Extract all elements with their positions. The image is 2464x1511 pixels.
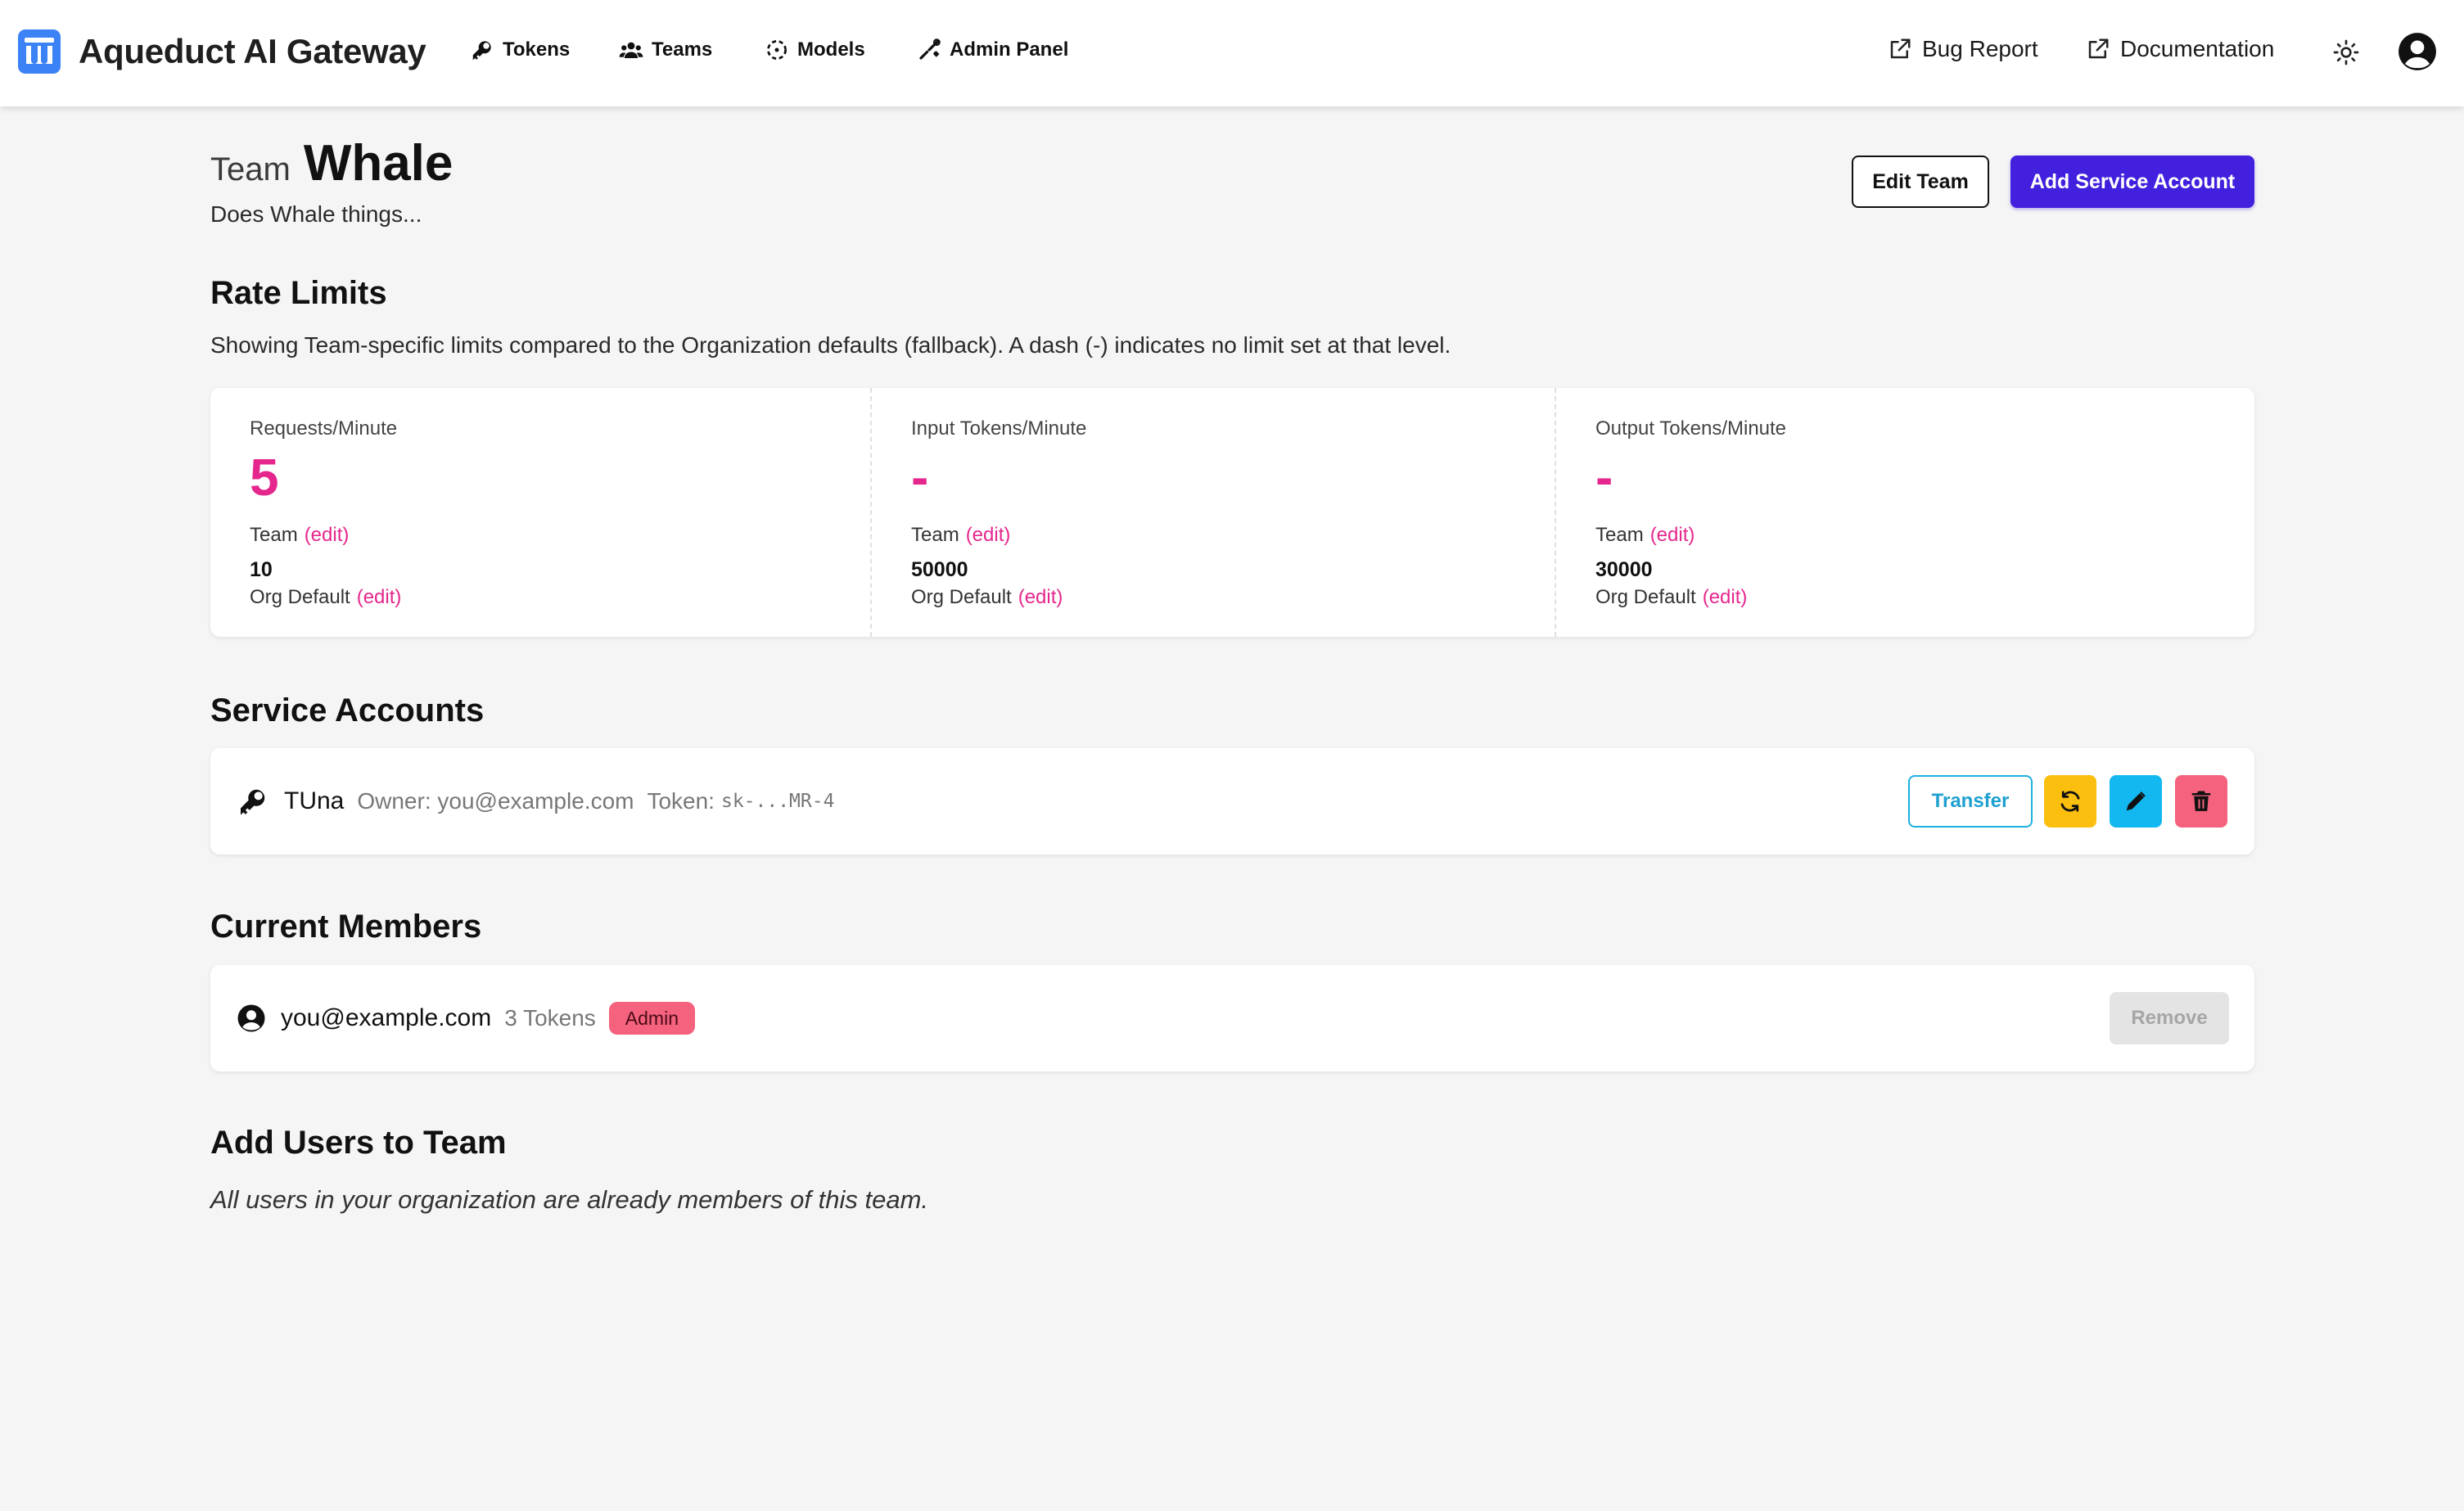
token-label: Token: bbox=[647, 788, 715, 814]
rate-limits-title: Rate Limits bbox=[210, 275, 387, 311]
rate-limit-input-tokens: Input Tokens/Minute - Team (edit) 50000 O… bbox=[870, 388, 1555, 637]
team-label: Team bbox=[250, 524, 298, 546]
org-default-label: Org Default bbox=[911, 586, 1012, 608]
rate-limit-value: 5 bbox=[250, 448, 279, 507]
org-edit-link[interactable]: (edit) bbox=[1703, 586, 1748, 608]
trash-icon bbox=[2191, 791, 2211, 811]
rate-limit-label: Output Tokens/Minute bbox=[1595, 417, 1787, 440]
team-edit-link[interactable]: (edit) bbox=[1650, 524, 1695, 546]
key-icon bbox=[472, 41, 491, 61]
team-label: Team bbox=[911, 524, 959, 546]
team-name: Whale bbox=[303, 135, 454, 192]
bug-report-link[interactable]: Bug Report bbox=[1888, 36, 2038, 62]
external-link-icon bbox=[1890, 38, 1911, 59]
aqueduct-logo-icon bbox=[18, 29, 61, 74]
rate-limit-output-tokens: Output Tokens/Minute - Team (edit) 30000 … bbox=[1555, 388, 2254, 637]
org-default-label: Org Default bbox=[250, 586, 350, 608]
key-icon bbox=[241, 789, 265, 815]
rate-limit-org-row: Org Default (edit) bbox=[250, 586, 401, 609]
member-email: you@example.com bbox=[281, 1004, 492, 1031]
nav-models-label: Models bbox=[797, 38, 865, 61]
page-title: Team Whale bbox=[210, 134, 453, 192]
service-account-info: TUna Owner: you@example.com Token: sk-..… bbox=[237, 748, 834, 855]
member-token-count: 3 Tokens bbox=[504, 1005, 596, 1031]
nav-tokens-label: Tokens bbox=[503, 38, 571, 61]
org-default-value: 30000 bbox=[1595, 558, 1653, 581]
rate-limits-card: Requests/Minute 5 Team (edit) 10 Org Defa… bbox=[210, 388, 2254, 637]
rate-limit-org-row: Org Default (edit) bbox=[1595, 586, 1747, 609]
nav-teams-label: Teams bbox=[652, 38, 713, 61]
remove-member-button[interactable]: Remove bbox=[2110, 992, 2229, 1044]
rate-limit-team-row: Team (edit) bbox=[1595, 524, 1695, 547]
tools-icon bbox=[919, 38, 941, 60]
brand-name: Aqueduct AI Gateway bbox=[79, 32, 426, 70]
org-default-label: Org Default bbox=[1595, 586, 1696, 608]
rate-limit-team-row: Team (edit) bbox=[250, 524, 349, 547]
team-prefix: Team bbox=[210, 151, 291, 187]
org-default-value: 10 bbox=[250, 558, 273, 581]
rate-limit-value: - bbox=[1595, 448, 1613, 507]
token-preview: sk-...MR-4 bbox=[720, 791, 835, 812]
rate-limit-value: - bbox=[911, 448, 929, 507]
edit-service-account-button[interactable] bbox=[2110, 775, 2162, 828]
member-info: you@example.com 3 Tokens Admin bbox=[237, 965, 695, 1071]
transfer-button[interactable]: Transfer bbox=[1908, 775, 2033, 828]
add-users-title: Add Users to Team bbox=[210, 1125, 507, 1161]
external-link-icon bbox=[2088, 38, 2109, 59]
rotate-token-button[interactable] bbox=[2044, 775, 2096, 828]
users-icon bbox=[619, 42, 643, 58]
bug-report-label: Bug Report bbox=[1922, 36, 2038, 61]
rate-limit-team-row: Team (edit) bbox=[911, 524, 1010, 547]
refresh-icon bbox=[2060, 791, 2080, 812]
team-edit-link[interactable]: (edit) bbox=[305, 524, 350, 546]
org-default-value: 50000 bbox=[911, 558, 968, 581]
rate-limits-subtitle: Showing Team-specific limits compared to… bbox=[210, 332, 1451, 358]
service-account-row: TUna Owner: you@example.com Token: sk-..… bbox=[210, 748, 2254, 855]
role-badge: Admin bbox=[608, 1002, 695, 1035]
nav-models[interactable]: Models bbox=[765, 38, 865, 62]
org-edit-link[interactable]: (edit) bbox=[357, 586, 402, 608]
delete-service-account-button[interactable] bbox=[2175, 775, 2227, 828]
documentation-link[interactable]: Documentation bbox=[2086, 36, 2274, 62]
nav-tokens[interactable]: Tokens bbox=[470, 38, 570, 62]
user-circle-icon bbox=[237, 1004, 265, 1032]
models-icon bbox=[767, 40, 787, 60]
documentation-label: Documentation bbox=[2120, 36, 2275, 61]
service-account-owner: Owner: you@example.com bbox=[357, 788, 634, 814]
top-navbar: Aqueduct AI Gateway Tokens Teams Models … bbox=[0, 0, 2464, 106]
team-edit-link[interactable]: (edit) bbox=[966, 524, 1011, 546]
current-members-title: Current Members bbox=[210, 909, 482, 945]
user-circle-icon[interactable] bbox=[2397, 31, 2438, 72]
add-service-account-button[interactable]: Add Service Account bbox=[2010, 156, 2254, 208]
service-account-name: TUna bbox=[284, 787, 345, 814]
add-users-note: All users in your organization are alrea… bbox=[210, 1185, 929, 1214]
pencil-icon bbox=[2126, 792, 2146, 811]
service-accounts-title: Service Accounts bbox=[210, 692, 485, 728]
rate-limit-label: Input Tokens/Minute bbox=[911, 417, 1087, 440]
org-edit-link[interactable]: (edit) bbox=[1018, 586, 1063, 608]
team-description: Does Whale things... bbox=[210, 201, 422, 227]
nav-admin-panel-label: Admin Panel bbox=[950, 38, 1069, 61]
rate-limit-label: Requests/Minute bbox=[250, 417, 398, 440]
rate-limit-org-row: Org Default (edit) bbox=[911, 586, 1063, 609]
brand[interactable]: Aqueduct AI Gateway bbox=[18, 29, 426, 74]
nav-admin-panel[interactable]: Admin Panel bbox=[917, 38, 1068, 62]
edit-team-button[interactable]: Edit Team bbox=[1852, 156, 1989, 208]
sun-icon[interactable] bbox=[2333, 39, 2359, 65]
nav-teams[interactable]: Teams bbox=[619, 38, 712, 62]
member-row: you@example.com 3 Tokens Admin Remove bbox=[210, 965, 2254, 1071]
team-label: Team bbox=[1595, 524, 1644, 546]
rate-limit-requests: Requests/Minute 5 Team (edit) 10 Org Defa… bbox=[210, 388, 870, 637]
